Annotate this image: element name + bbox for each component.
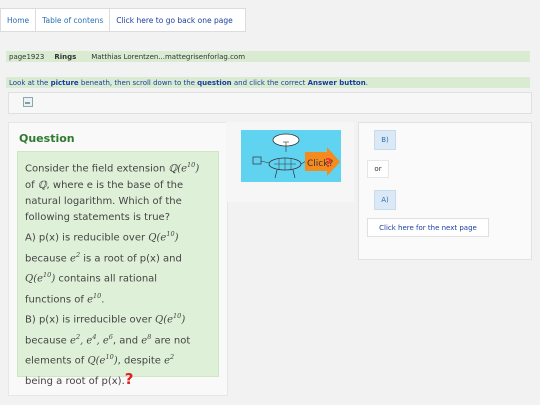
instruction-bar: Look at the picture beneath, then scroll… bbox=[6, 77, 530, 88]
q-exp: 2 bbox=[170, 353, 175, 362]
next-page-link[interactable]: Click here for the next page bbox=[367, 218, 489, 237]
question-box: Consider the field extension ℚ(e 10) of ℚ… bbox=[17, 151, 219, 387]
topic-label: Rings bbox=[54, 52, 77, 61]
q-math: Q(e bbox=[155, 314, 174, 326]
q-exp: 10 bbox=[166, 230, 175, 239]
q-math: ) bbox=[181, 314, 186, 326]
picture-panel: Click? ? bbox=[226, 122, 354, 202]
option-a-text: A) p(x) is reducible over bbox=[25, 232, 149, 244]
q-exp: 10 bbox=[105, 353, 114, 362]
author-label: Matthias Lorentzen...mattegrisenforlag.c… bbox=[91, 52, 246, 61]
answer-panel: B) or A) Click here for the next page bbox=[358, 122, 532, 260]
q-math: , e bbox=[96, 335, 109, 347]
instruction-answer-button: Answer button bbox=[307, 78, 366, 87]
instruction-part: beneath, then scroll down to the bbox=[78, 78, 198, 87]
table-of-contents-link[interactable]: Table of contens bbox=[36, 9, 111, 31]
q-text: , where e is the base of the bbox=[46, 179, 184, 191]
q-math: ) bbox=[195, 163, 200, 175]
q-text: is a root of p(x) and bbox=[80, 253, 182, 264]
or-label: or bbox=[367, 160, 389, 178]
q-text: , despite bbox=[117, 355, 165, 367]
q-math: ℚ(e bbox=[168, 163, 188, 175]
q-text: , and bbox=[112, 335, 142, 347]
q-text: are not bbox=[151, 335, 191, 347]
home-link[interactable]: Home bbox=[1, 9, 37, 31]
q-math: ℚ bbox=[37, 179, 47, 191]
q-text: natural logarithm. Which of the bbox=[25, 195, 182, 207]
q-text: . bbox=[101, 294, 105, 306]
back-link[interactable]: Click here to go back one page bbox=[110, 9, 238, 31]
instruction-part: Look at the bbox=[9, 78, 51, 87]
q-text: functions of bbox=[25, 294, 88, 306]
top-navigation: Home Table of contens Click here to go b… bbox=[0, 8, 246, 32]
q-text: because bbox=[25, 253, 71, 264]
q-text: of bbox=[25, 179, 38, 191]
click-question-mark: ? bbox=[325, 156, 332, 170]
q-math: , e bbox=[80, 335, 93, 347]
q-math: ) bbox=[174, 232, 179, 244]
option-b-text: B) p(x) is irreducible over bbox=[25, 314, 156, 326]
image-container bbox=[8, 92, 532, 114]
puzzle-picture: Click? ? bbox=[241, 130, 341, 182]
q-text: being a root of p(x). bbox=[25, 375, 125, 387]
q-text: contains all rational bbox=[55, 273, 158, 285]
answer-a-button[interactable]: A) bbox=[374, 190, 396, 210]
instruction-question: question bbox=[197, 78, 232, 87]
q-text: Consider the field extension bbox=[25, 163, 169, 175]
q-math: Q(e bbox=[25, 273, 44, 285]
question-panel: Question Consider the field extension ℚ(… bbox=[8, 122, 228, 396]
answer-b-button[interactable]: B) bbox=[374, 130, 396, 150]
page-number: page1923 bbox=[9, 52, 45, 61]
instruction-part: . bbox=[365, 78, 368, 87]
q-text: following statements is true? bbox=[25, 211, 171, 223]
q-math: Q(e bbox=[87, 355, 106, 367]
instruction-text: Look at the picture beneath, then scroll… bbox=[9, 79, 368, 87]
broken-image-icon bbox=[23, 97, 33, 107]
instruction-part: and click the correct bbox=[231, 78, 308, 87]
question-title: Question bbox=[19, 132, 75, 145]
instruction-picture: picture bbox=[50, 78, 79, 87]
q-text: because bbox=[25, 335, 71, 347]
q-text: elements of bbox=[25, 355, 88, 367]
question-mark-icon: ? bbox=[124, 369, 134, 388]
page-meta-bar: page1923 Rings Matthias Lorentzen...matt… bbox=[6, 51, 530, 62]
q-math: Q(e bbox=[148, 232, 167, 244]
